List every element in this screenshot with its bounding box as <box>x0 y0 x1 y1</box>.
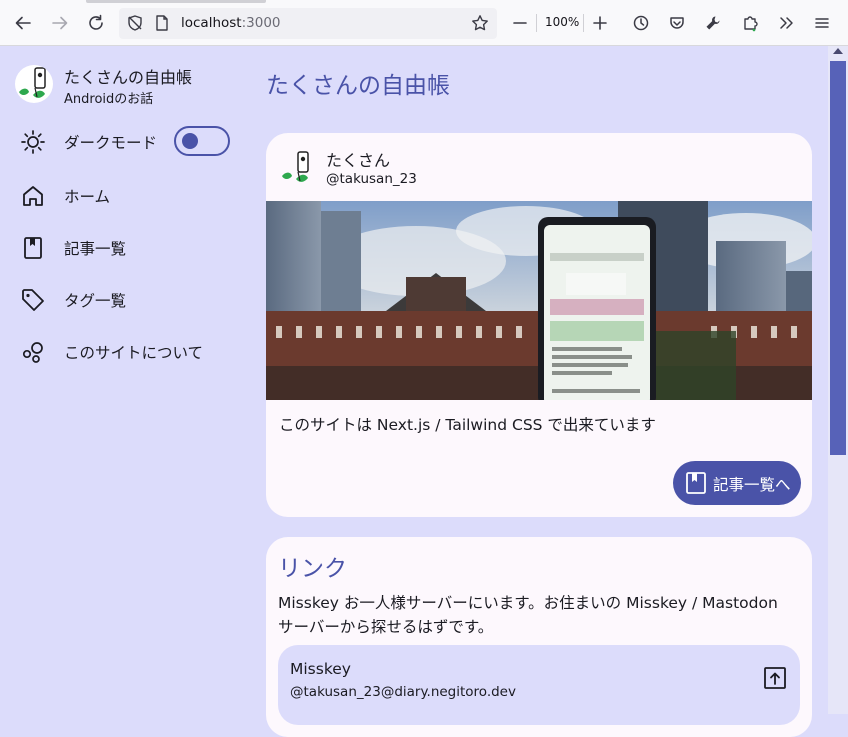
zoom-separator <box>583 14 584 32</box>
overflow-chevrons-icon[interactable] <box>775 12 797 34</box>
sidebar-item-label: 記事一覧 <box>64 240 127 258</box>
open-external-icon[interactable] <box>762 665 788 691</box>
scroll-up-arrow-icon[interactable] <box>833 48 843 54</box>
bookmark-icon <box>686 472 706 494</box>
url-host: localhost <box>181 15 242 31</box>
back-arrow-icon[interactable] <box>12 12 34 34</box>
sidebar-item-tags[interactable]: タグ一覧 <box>20 284 250 314</box>
sidebar-item-about[interactable]: このサイトについて <box>20 336 250 366</box>
page-info-icon[interactable] <box>151 12 173 34</box>
hero-photo <box>266 201 812 400</box>
bubbles-icon <box>22 342 43 363</box>
history-clock-icon[interactable] <box>630 12 652 34</box>
tracking-protection-shield-icon[interactable] <box>124 12 146 34</box>
bookmark-icon <box>24 237 42 259</box>
account-address: @takusan_23@diary.negitoro.dev <box>290 684 516 700</box>
author-handle: @takusan_23 <box>326 171 417 187</box>
links-title: リンク <box>278 556 347 582</box>
profile-card: たくさん @takusan_23 このサイトは Next.js / Tailwi… <box>266 133 812 517</box>
links-description: Misskey お一人様サーバーにいます。お住まいの Misskey / Mas… <box>278 594 778 636</box>
toggle-knob <box>182 133 198 149</box>
sun-icon <box>21 130 45 154</box>
site-title[interactable]: たくさんの自由帳 <box>64 64 192 88</box>
dark-mode-label: ダークモード <box>64 134 158 152</box>
author-name: たくさん <box>326 151 391 170</box>
author-avatar <box>278 149 316 187</box>
address-bar[interactable]: localhost:3000 <box>119 8 497 39</box>
bookmark-star-icon[interactable] <box>469 12 491 34</box>
site-avatar[interactable] <box>15 65 53 103</box>
misskey-account-link[interactable]: Misskey @takusan_23@diary.negitoro.dev <box>278 645 800 725</box>
url-text[interactable]: localhost:3000 <box>181 15 281 31</box>
zoom-out-icon[interactable] <box>509 12 531 34</box>
wrench-icon[interactable] <box>702 12 724 34</box>
sidebar-item-label: このサイトについて <box>64 344 204 362</box>
sidebar: たくさんの自由帳 Androidのお話 ダークモード ホーム 記事一覧 タグ一覧 <box>0 46 250 714</box>
articles-button-label: 記事一覧へ <box>713 477 791 494</box>
zoom-in-icon[interactable] <box>589 12 611 34</box>
zoom-level-button[interactable]: 100% <box>545 15 579 29</box>
extensions-puzzle-icon[interactable] <box>739 12 761 34</box>
account-service: Misskey <box>290 660 351 678</box>
sidebar-item-articles[interactable]: 記事一覧 <box>20 232 250 262</box>
url-port: :3000 <box>241 15 281 31</box>
site-subtitle: Androidのお話 <box>64 92 154 107</box>
sidebar-item-label: ホーム <box>64 188 111 206</box>
forward-arrow-icon[interactable] <box>49 12 71 34</box>
articles-button[interactable]: 記事一覧へ <box>673 461 801 505</box>
scrollbar-thumb[interactable] <box>830 61 846 455</box>
dark-mode-toggle[interactable] <box>174 126 230 156</box>
page-title: たくさんの自由帳 <box>266 73 450 99</box>
tag-icon <box>22 289 44 311</box>
sidebar-item-home[interactable]: ホーム <box>20 180 250 210</box>
reload-icon[interactable] <box>85 12 107 34</box>
sidebar-item-label: タグ一覧 <box>64 292 127 310</box>
browser-toolbar: localhost:3000 100% <box>0 0 848 46</box>
active-tab-edge[interactable] <box>86 0 266 3</box>
hamburger-menu-icon[interactable] <box>811 12 833 34</box>
links-card: リンク Misskey お一人様サーバーにいます。お住まいの Misskey /… <box>266 537 812 737</box>
zoom-separator <box>536 14 537 32</box>
home-icon <box>23 186 43 206</box>
site-description: このサイトは Next.js / Tailwind CSS で出来ています <box>279 416 656 434</box>
pocket-icon[interactable] <box>666 12 688 34</box>
